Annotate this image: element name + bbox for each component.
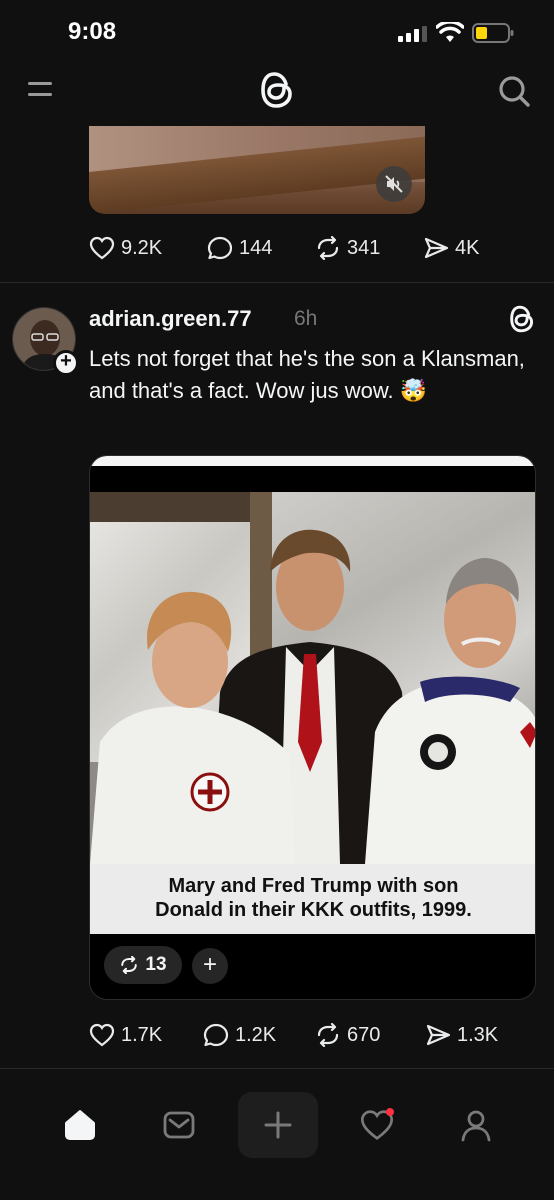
image-caption-line-1: Mary and Fred Trump with son <box>168 875 459 897</box>
nav-profile[interactable] <box>436 1092 516 1158</box>
post-divider <box>0 1068 554 1069</box>
previous-post-actions: 9.2K 144 341 4K <box>89 233 503 263</box>
repost-count-pill[interactable]: 13 <box>104 946 182 984</box>
share-button[interactable]: 4K <box>423 236 503 260</box>
nav-activity[interactable] <box>337 1092 417 1158</box>
repost-icon <box>121 956 138 974</box>
post-actions: 1.7K 1.2K 670 1.3K <box>89 1020 515 1050</box>
heart-icon <box>89 236 115 260</box>
share-button[interactable]: 1.3K <box>425 1023 515 1047</box>
repost-count: 341 <box>347 236 381 259</box>
home-icon <box>65 1110 95 1140</box>
username[interactable]: adrian.green.77 <box>89 306 252 332</box>
muted-speaker-icon <box>385 175 403 193</box>
add-button[interactable]: + <box>192 948 228 984</box>
like-count: 1.7K <box>121 1023 163 1046</box>
reply-button[interactable]: 1.2K <box>203 1023 315 1047</box>
photo <box>90 492 535 864</box>
battery-icon <box>472 23 514 43</box>
profile-icon <box>461 1110 491 1142</box>
inbox-icon <box>163 1111 195 1139</box>
send-icon <box>424 237 449 259</box>
post-image[interactable]: Mary and Fred Trump with son Donald in t… <box>89 455 536 1000</box>
notification-dot <box>386 1108 394 1116</box>
heart-icon <box>89 1023 115 1047</box>
repost-icon <box>317 1023 339 1047</box>
threads-logo-icon[interactable] <box>258 69 296 111</box>
image-caption: Mary and Fred Trump with son Donald in t… <box>90 864 535 934</box>
mute-button[interactable] <box>376 166 412 202</box>
compose-icon <box>264 1111 292 1139</box>
post-divider <box>0 282 554 283</box>
plus-icon: + <box>60 350 72 372</box>
repost-button[interactable]: 670 <box>315 1023 425 1047</box>
status-time: 9:08 <box>68 18 117 45</box>
comment-icon <box>203 1023 229 1047</box>
bottom-nav <box>0 1080 554 1200</box>
menu-icon[interactable] <box>26 76 54 102</box>
send-icon <box>426 1024 451 1046</box>
reply-count: 144 <box>239 236 273 259</box>
post-timestamp: 6h <box>294 307 318 330</box>
cellular-signal-icon <box>398 26 427 42</box>
comment-icon <box>207 236 233 260</box>
like-button[interactable]: 1.7K <box>89 1023 203 1047</box>
like-button[interactable]: 9.2K <box>89 236 207 260</box>
nav-home[interactable] <box>40 1092 120 1158</box>
previous-post-video[interactable] <box>89 126 425 214</box>
image-top-border <box>90 456 535 466</box>
like-count: 9.2K <box>121 236 163 259</box>
repost-icon <box>317 236 339 260</box>
share-count: 4K <box>455 236 480 259</box>
threads-logo-icon <box>510 305 534 333</box>
follow-button[interactable]: + <box>53 350 79 376</box>
reply-button[interactable]: 144 <box>207 236 315 260</box>
status-bar: 9:08 <box>0 0 554 62</box>
nav-compose[interactable] <box>238 1092 318 1158</box>
photo-people <box>90 529 535 864</box>
image-caption-line-2: Donald in their KKK outfits, 1999. <box>155 899 472 921</box>
repost-button[interactable]: 341 <box>315 236 423 260</box>
nav-inbox[interactable] <box>139 1092 219 1158</box>
pill-repost-count: 13 <box>145 954 167 975</box>
top-nav <box>0 62 554 118</box>
repost-count: 670 <box>347 1023 381 1046</box>
wifi-icon <box>436 22 464 42</box>
search-icon[interactable] <box>497 74 531 108</box>
share-count: 1.3K <box>457 1023 499 1046</box>
post-text: Lets not forget that he's the son a Klan… <box>89 346 525 403</box>
reply-count: 1.2K <box>235 1023 277 1046</box>
